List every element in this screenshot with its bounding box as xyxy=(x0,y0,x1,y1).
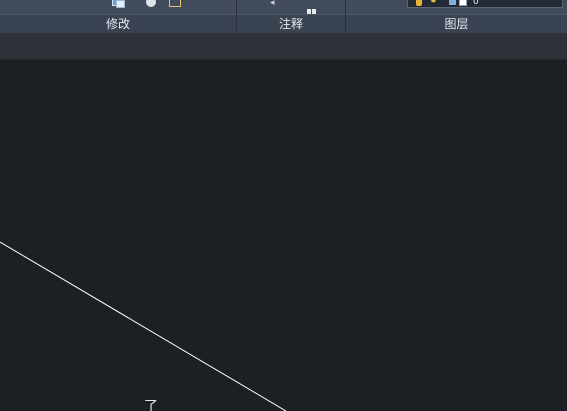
drawn-line[interactable] xyxy=(0,241,287,411)
panel-separator xyxy=(236,0,237,33)
ribbon-panel-labels: 修改 注释 图层 xyxy=(0,14,567,33)
layer-name: 0 xyxy=(473,0,479,7)
lightbulb-icon[interactable] xyxy=(416,0,422,6)
layer-color-swatch xyxy=(459,0,467,6)
layer-dropdown[interactable]: ✹ 0 xyxy=(407,0,563,8)
copy-icon[interactable] xyxy=(112,0,126,8)
panel-label-annotation[interactable]: 注释 xyxy=(237,15,345,34)
cad-window: ◂ ✹ 0 修改 注释 图层 了 xyxy=(0,0,567,411)
ribbon-tools-row: ◂ ✹ 0 xyxy=(0,0,567,14)
file-tab-bar xyxy=(0,33,567,60)
panel-label-modify[interactable]: 修改 xyxy=(0,15,236,34)
ribbon: ◂ ✹ 0 修改 注释 图层 xyxy=(0,0,567,33)
stretch-icon[interactable] xyxy=(169,0,181,8)
cursor-glyph: 了 xyxy=(144,399,158,411)
table-icon[interactable] xyxy=(307,0,321,14)
sun-icon[interactable]: ✹ xyxy=(430,0,438,6)
circle-icon[interactable] xyxy=(146,0,156,8)
panel-label-layers[interactable]: 图层 xyxy=(346,15,567,34)
lock-icon[interactable] xyxy=(449,0,456,5)
drawing-canvas[interactable]: 了 xyxy=(0,60,567,411)
arrow-icon[interactable]: ◂ xyxy=(270,0,278,8)
drawing-layer: 了 xyxy=(0,241,287,411)
panel-separator xyxy=(345,0,346,33)
